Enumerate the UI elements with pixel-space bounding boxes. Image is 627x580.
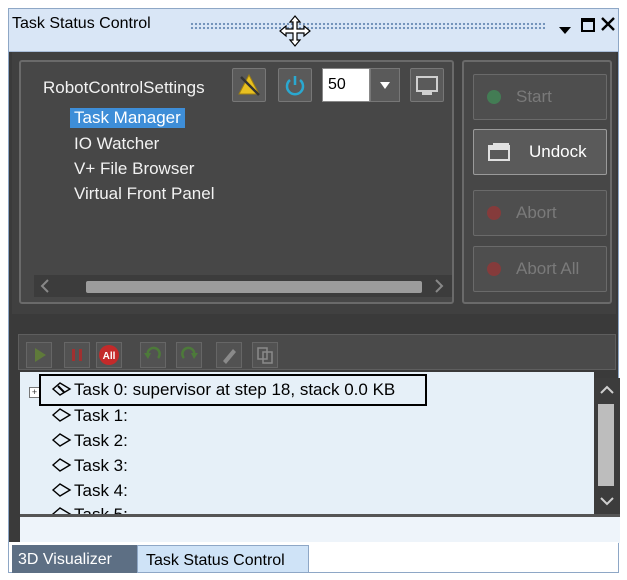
undock-icon (488, 143, 510, 161)
tree-item-file-browser[interactable]: V+ File Browser (74, 159, 194, 179)
task-item[interactable]: Task 4: (50, 481, 128, 501)
abort-label: Abort (516, 203, 557, 222)
tree-root-label[interactable]: RobotControlSettings (43, 78, 205, 98)
play-button[interactable] (26, 342, 52, 368)
pause-button[interactable] (64, 342, 90, 368)
task-label: Task 5: (74, 505, 128, 514)
scroll-right-icon[interactable] (428, 275, 450, 297)
task-item[interactable]: Task 2: (50, 431, 128, 451)
abort-status-icon (487, 206, 501, 220)
task-label: Task 4: (74, 481, 128, 500)
task-item[interactable]: Task 1: (50, 406, 128, 426)
pin-dropdown-icon[interactable] (558, 22, 572, 34)
monitor-icon (416, 76, 438, 95)
horizontal-scroll-thumb[interactable] (86, 281, 422, 293)
abort-all-tasks-button[interactable]: All (96, 342, 122, 368)
scroll-left-icon[interactable] (34, 275, 56, 297)
redo-button[interactable] (176, 342, 202, 368)
drag-grip[interactable] (190, 22, 545, 30)
play-icon (35, 348, 46, 362)
status-strip (20, 514, 620, 543)
monitor-button[interactable] (410, 68, 444, 102)
speed-dropdown-button[interactable] (370, 68, 400, 102)
disable-power-button[interactable] (232, 68, 266, 102)
abort-all-icon: All (99, 345, 119, 365)
task-flag-icon (51, 458, 72, 472)
abort-all-button[interactable]: Abort All (473, 246, 607, 292)
task-label: Task 2: (74, 431, 128, 450)
task-flag-icon (51, 382, 72, 396)
scroll-down-icon[interactable] (596, 491, 618, 516)
move-cursor-icon (278, 14, 312, 48)
abort-all-icon-label: All (103, 351, 116, 362)
task-flag-icon (51, 433, 72, 447)
task-item[interactable]: Task 0: supervisor at step 18, stack 0.0… (50, 380, 395, 400)
redo-icon (181, 346, 198, 359)
task-flag-icon (51, 507, 72, 514)
tree-item-io-watcher[interactable]: IO Watcher (74, 134, 159, 154)
power-icon (285, 76, 305, 96)
start-button[interactable]: Start (473, 74, 607, 120)
edit-button[interactable] (216, 342, 242, 368)
maximize-icon[interactable] (581, 18, 595, 32)
undo-icon (144, 346, 161, 359)
undo-button[interactable] (140, 342, 166, 368)
task-flag-icon (51, 483, 72, 497)
task-item[interactable]: Task 3: (50, 456, 128, 476)
scroll-up-icon[interactable] (596, 380, 618, 405)
window-title: Task Status Control (12, 15, 151, 32)
tab-task-status-control[interactable]: Task Status Control (137, 545, 309, 573)
undock-button[interactable]: Undock (473, 129, 607, 175)
abort-button[interactable]: Abort (473, 190, 607, 236)
chevron-down-icon (380, 82, 390, 89)
tree-item-virtual-front-panel[interactable]: Virtual Front Panel (74, 184, 214, 204)
vertical-scroll-thumb[interactable] (598, 404, 614, 486)
start-label: Start (516, 87, 552, 106)
copy-button[interactable] (252, 342, 278, 368)
copy-icon (257, 347, 273, 364)
power-off-icon (238, 73, 260, 96)
power-button[interactable] (278, 68, 312, 102)
speed-input[interactable]: 50 (322, 68, 370, 102)
task-label: Task 1: (74, 406, 128, 425)
task-label: Task 3: (74, 456, 128, 475)
tab-3d-visualizer[interactable]: 3D Visualizer (12, 545, 137, 573)
edit-icon (223, 349, 236, 364)
pause-icon (72, 349, 82, 361)
task-item[interactable]: Task 5: (50, 505, 128, 514)
task-flag-icon (51, 408, 72, 422)
undock-label: Undock (529, 142, 587, 161)
task-label: Task 0: supervisor at step 18, stack 0.0… (74, 380, 396, 399)
abort-all-label: Abort All (516, 259, 580, 278)
start-status-icon (487, 90, 501, 104)
close-icon[interactable] (600, 16, 616, 32)
abort-all-status-icon (487, 262, 501, 276)
tree-item-task-manager[interactable]: Task Manager (70, 108, 185, 128)
